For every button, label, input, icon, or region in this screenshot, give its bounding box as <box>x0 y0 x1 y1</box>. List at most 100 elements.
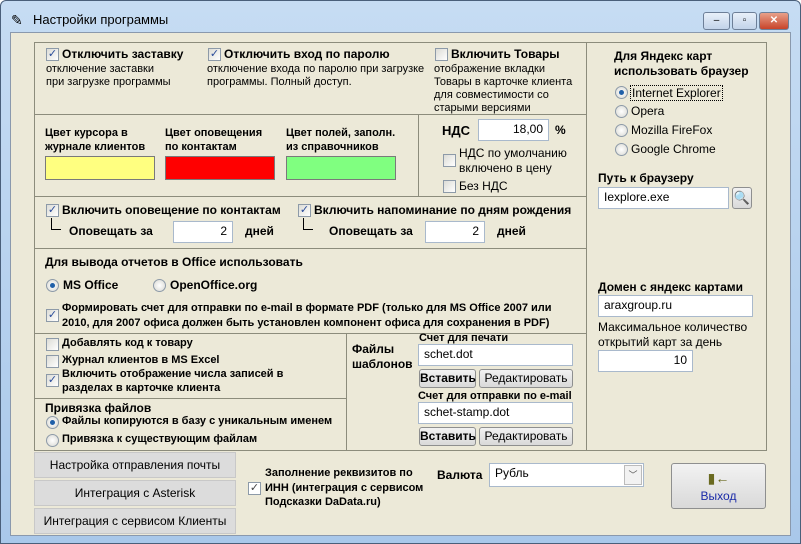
vat-included-checkbox[interactable] <box>443 154 456 167</box>
disable-password-desc: программы. Полный доступ. <box>207 76 352 88</box>
disable-password-label: Отключить вход по паролю <box>224 47 390 61</box>
app-icon: ✎ <box>11 12 23 28</box>
dadata-label: ИНН (интеграция с сервисом <box>265 482 424 494</box>
copy-files-label: Файлы копируются в базу с уникальным име… <box>62 415 333 427</box>
exit-label: Выход <box>700 489 737 503</box>
browser-panel <box>586 42 767 451</box>
dadata-checkbox[interactable]: ✓ <box>248 482 261 495</box>
print-insert-button[interactable]: Вставить <box>419 369 476 388</box>
door-exit-icon: ▮← <box>707 470 730 486</box>
clients-service-button[interactable]: Интеграция с сервисом Клиенты <box>34 508 236 534</box>
file-binding-title: Привязка файлов <box>45 401 152 415</box>
print-edit-button[interactable]: Редактировать <box>479 369 573 388</box>
record-count-label: Включить отображение числа записей в <box>62 368 284 380</box>
no-vat-label: Без НДС <box>459 179 508 193</box>
templates-title: шаблонов <box>352 357 413 371</box>
link-files-label: Привязка к существующим файлам <box>62 433 258 445</box>
birthday-sub: Оповещать за <box>329 224 413 238</box>
domain-label: Домен с яндекс картами <box>598 280 744 294</box>
enable-goods-desc: Товары в карточке клиента <box>434 76 573 88</box>
contacts-notify-checkbox[interactable]: ✓ <box>46 204 59 217</box>
excel-checkbox[interactable] <box>46 355 59 368</box>
birthday-label: Включить напоминание по дням рождения <box>314 203 572 217</box>
enable-goods-label: Включить Товары <box>451 47 560 61</box>
divider <box>34 398 346 399</box>
divider <box>346 333 347 451</box>
browser-radio-ie[interactable] <box>615 86 628 99</box>
ms-office-radio[interactable] <box>46 279 59 292</box>
browser-path-input[interactable]: Iexplore.exe <box>598 187 729 209</box>
ref-color-swatch[interactable] <box>286 156 396 180</box>
cursor-color-swatch[interactable] <box>45 156 155 180</box>
browse-search-icon[interactable]: 🔍 <box>732 187 752 209</box>
divider <box>418 114 419 196</box>
browser-option-label: Google Chrome <box>631 142 716 156</box>
notify-color-label: Цвет оповещения <box>165 127 263 139</box>
browser-radio-opera[interactable] <box>615 105 628 118</box>
birthday-days-input[interactable]: 2 <box>425 221 485 243</box>
add-code-label: Добавлять код к товару <box>62 337 193 349</box>
add-code-checkbox[interactable] <box>46 338 59 351</box>
enable-goods-checkbox[interactable] <box>435 48 448 61</box>
maximize-button[interactable]: ▫ <box>732 12 757 30</box>
browser-radio-chrome[interactable] <box>615 143 628 156</box>
openoffice-radio[interactable] <box>153 279 166 292</box>
contacts-days-input[interactable]: 2 <box>173 221 233 243</box>
ref-color-label: из справочников <box>286 141 379 153</box>
copy-files-radio[interactable] <box>46 416 59 429</box>
ref-color-label: Цвет полей, заполн. <box>286 127 396 139</box>
asterisk-button[interactable]: Интеграция с Asterisk <box>34 480 236 506</box>
disable-splash-checkbox[interactable]: ✓ <box>46 48 59 61</box>
tree-connector <box>303 218 313 230</box>
max-maps-input[interactable]: 10 <box>598 350 693 372</box>
notify-color-swatch[interactable] <box>165 156 275 180</box>
record-count-checkbox[interactable]: ✓ <box>46 374 59 387</box>
vat-input[interactable]: 18,00 <box>478 119 549 141</box>
templates-title: Файлы <box>352 342 395 356</box>
vat-label: НДС <box>442 123 471 138</box>
birthday-checkbox[interactable]: ✓ <box>298 204 311 217</box>
divider <box>34 196 587 197</box>
vat-unit: % <box>555 123 566 137</box>
dadata-label: Подсказки DaData.ru) <box>265 496 381 508</box>
pdf-label: 2010, для 2007 офиса должен быть установ… <box>62 317 550 329</box>
birthday-days-unit: дней <box>497 224 526 238</box>
record-count-label: разделах в карточке клиента <box>62 382 221 394</box>
disable-password-desc: отключение входа по паролю при загрузке <box>207 63 425 75</box>
link-files-radio[interactable] <box>46 434 59 447</box>
max-maps-label: открытий карт за день <box>598 335 723 349</box>
domain-input[interactable]: araxgroup.ru <box>598 295 753 317</box>
dadata-label: Заполнение реквизитов по <box>265 467 413 479</box>
currency-label: Валюта <box>437 468 483 482</box>
contacts-notify-sub: Оповещать за <box>69 224 153 238</box>
email-edit-button[interactable]: Редактировать <box>479 427 573 446</box>
office-title: Для вывода отчетов в Office использовать <box>45 255 303 269</box>
email-template-input[interactable]: schet-stamp.dot <box>418 402 573 424</box>
browser-title: Для Яндекс карт <box>614 49 713 63</box>
close-button[interactable]: ✕ <box>759 12 789 30</box>
divider <box>34 248 587 249</box>
browser-radio-firefox[interactable] <box>615 124 628 137</box>
tree-connector <box>51 218 61 230</box>
minimize-button[interactable]: ‒ <box>703 12 730 30</box>
contacts-days-unit: дней <box>245 224 274 238</box>
exit-button[interactable]: ▮← Выход <box>671 463 766 509</box>
openoffice-label: OpenOffice.org <box>170 278 258 292</box>
no-vat-checkbox[interactable] <box>443 180 456 193</box>
notify-color-label: по контактам <box>165 141 237 153</box>
disable-splash-desc: при загрузке программы <box>46 76 171 88</box>
browser-option-label: Opera <box>631 104 665 118</box>
print-template-input[interactable]: schet.dot <box>418 344 573 366</box>
currency-value: Рубль <box>495 466 529 480</box>
currency-select[interactable]: Рубль ﹀ <box>489 463 644 487</box>
mail-settings-button[interactable]: Настройка отправления почты <box>34 452 236 478</box>
browser-option-label: Mozilla FireFox <box>631 123 713 137</box>
pdf-checkbox[interactable]: ✓ <box>46 309 59 322</box>
chevron-down-icon[interactable]: ﹀ <box>624 465 642 485</box>
enable-goods-desc: отображение вкладки <box>434 63 546 75</box>
browser-path-label: Путь к браузеру <box>598 171 694 185</box>
email-insert-button[interactable]: Вставить <box>419 427 476 446</box>
vat-included-label: НДС по умолчанию <box>459 146 567 160</box>
disable-password-checkbox[interactable]: ✓ <box>208 48 221 61</box>
enable-goods-desc: старыми версиями <box>434 102 531 114</box>
